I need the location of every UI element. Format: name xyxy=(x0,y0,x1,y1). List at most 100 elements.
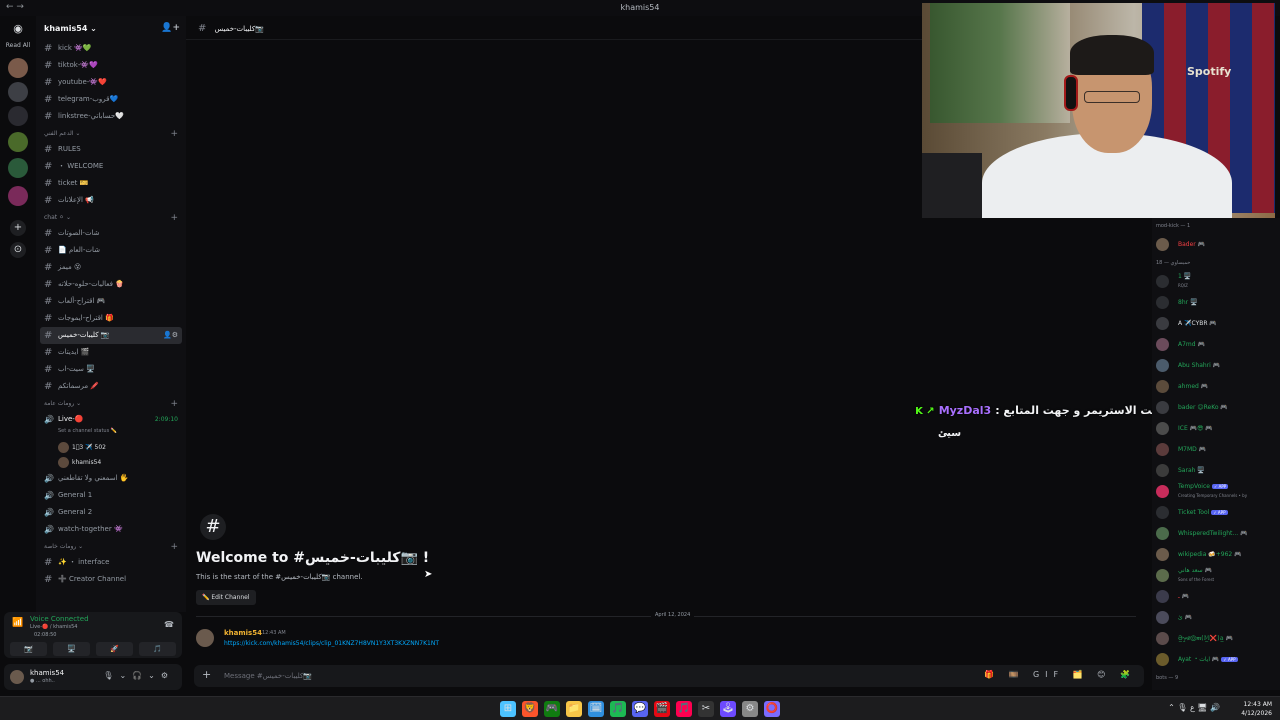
taskbar-app-icon[interactable]: ⚙ xyxy=(742,701,758,717)
message-input[interactable]: Message #كليبات-خميس📷 xyxy=(224,672,312,680)
channel-status[interactable]: Set a channel status ✏️ xyxy=(36,428,186,440)
voice-user[interactable]: khamis54 xyxy=(36,455,186,470)
member-item[interactable]: Abu Shahri 🎮 xyxy=(1152,355,1280,376)
taskbar-app-icon[interactable]: ⭕ xyxy=(764,701,780,717)
disconnect-icon[interactable]: ☎ xyxy=(164,620,174,629)
category-voice[interactable]: رومات عامة ⌄ + xyxy=(36,395,186,411)
member-item[interactable]: ـ 🎮 xyxy=(1152,586,1280,607)
user-controls[interactable]: 🎙⌄🎧⌄⚙ xyxy=(103,671,174,680)
channel-settings-icon[interactable]: 👤⚙ xyxy=(163,327,178,344)
voice-channel[interactable]: 🔊 General 2 xyxy=(36,504,186,521)
member-item[interactable]: bader 😊ReKo 🎮 xyxy=(1152,397,1280,418)
taskbar-app-icon[interactable]: 🎵 xyxy=(610,701,626,717)
voice-action-button[interactable]: 📷̸ xyxy=(10,642,47,656)
voice-channel[interactable]: 🔊 watch-together 👾 xyxy=(36,521,186,538)
discover-icon[interactable]: ⊙ xyxy=(10,242,26,258)
member-item[interactable]: 1 🖥️ RQIZ xyxy=(1152,271,1280,292)
message-link[interactable]: https://kick.com/khamis54/clips/clip_01K… xyxy=(224,640,439,647)
plus-icon[interactable]: + xyxy=(202,668,211,681)
channel-item[interactable]: # فعاليات-حلوه-حلاته 🍿 xyxy=(36,276,186,293)
signal-icon[interactable]: 📶 xyxy=(12,618,23,628)
taskbar-app-icon[interactable]: 📁 xyxy=(566,701,582,717)
channel-item[interactable]: # linkstree-حساباتي🤍 xyxy=(36,108,186,125)
category-chat[interactable]: chat ⚪ ⌄ + xyxy=(36,209,186,225)
channel-item[interactable]: # الإعلانات 📢 xyxy=(36,192,186,209)
username[interactable]: khamis54 xyxy=(30,669,64,677)
member-item[interactable]: A7md 🎮 xyxy=(1152,334,1280,355)
message-author[interactable]: khamis54 xyxy=(224,629,262,637)
voice-channel-live[interactable]: 🔊 Live-🔴 2:09:10 xyxy=(36,411,186,428)
channel-item[interactable]: # RULES xyxy=(36,141,186,158)
channel-item[interactable]: # اقتراح-ألعاب 🎮 xyxy=(36,293,186,310)
member-item[interactable]: 8hr 🖥️ xyxy=(1152,292,1280,313)
headset xyxy=(1064,75,1078,111)
server-icon-active[interactable] xyxy=(8,58,28,78)
channel-item[interactable]: # ・ WELCOME xyxy=(36,158,186,175)
edit-channel-button[interactable]: ✏️ Edit Channel xyxy=(196,590,256,605)
voice-channel[interactable]: 🔊 اسمعني ولا تقاطعني 🖐️ xyxy=(36,470,186,487)
add-user-icon[interactable]: 👤+ xyxy=(161,23,180,33)
channel-item[interactable]: # ➕ Creator Channel xyxy=(36,571,186,588)
category-support[interactable]: الدعم الفني ⌄ + xyxy=(36,125,186,141)
taskbar-app-icon[interactable]: 🎬 xyxy=(654,701,670,717)
member-item[interactable]: M7MD 🎮 xyxy=(1152,439,1280,460)
member-item[interactable]: Sarah 🖥️ xyxy=(1152,460,1280,481)
server-icon[interactable] xyxy=(8,106,28,126)
channel-item[interactable]: # اقتراح-ايموجات 🎁 xyxy=(36,310,186,327)
channel-item[interactable]: # سيت-اب 🖥️ xyxy=(36,361,186,378)
member-item[interactable]: WhisperedTwilight... 🎮 xyxy=(1152,523,1280,544)
channel-item[interactable]: # tiktok-👾💜 xyxy=(36,57,186,74)
member-item[interactable]: A ✈️CYBR 🎮 xyxy=(1152,313,1280,334)
channel-item[interactable]: # telegram-قروب💙 xyxy=(36,91,186,108)
taskbar-app-icon[interactable]: 💬 xyxy=(632,701,648,717)
taskbar-app-icon[interactable]: 🗓 xyxy=(588,701,604,717)
add-server-icon[interactable]: + xyxy=(10,220,26,236)
channel-item[interactable]: # youtube-👾❤️ xyxy=(36,74,186,91)
voice-action-button[interactable]: 🚀 xyxy=(96,642,133,656)
avatar[interactable] xyxy=(10,670,24,684)
channel-item[interactable]: # شات-الصوتات xyxy=(36,225,186,242)
voice-channel[interactable]: 🔊 General 1 xyxy=(36,487,186,504)
message-composer[interactable]: + Message #كليبات-خميس📷 🎁 🎞️ GIF 🗂️ 😊 🧩 xyxy=(194,665,1144,687)
channel-item[interactable]: # 📄 شات-العام xyxy=(36,242,186,259)
channel-item[interactable]: # ticket 🎫 xyxy=(36,175,186,192)
channel-item[interactable]: # ايديتات 🎬 xyxy=(36,344,186,361)
channel-item[interactable]: # مرسماتكم 🖍️ xyxy=(36,378,186,395)
taskbar-app-icon[interactable]: 🎮 xyxy=(544,701,560,717)
system-tray[interactable]: ⌃ 🎙 ع 🖥 🔊 xyxy=(1168,703,1220,712)
channel-item[interactable]: # كليبات-خميس 📷 👤⚙ xyxy=(40,327,182,344)
member-item[interactable]: Bader 🎮 xyxy=(1152,234,1280,255)
member-item[interactable]: wikipedia 🍻+962 🎮 xyxy=(1152,544,1280,565)
channel-item[interactable]: # kick 👾💚 xyxy=(36,40,186,57)
read-all-label[interactable]: Read All xyxy=(2,42,34,49)
member-item[interactable]: Ticket Tool ✓ APP xyxy=(1152,502,1280,523)
avatar[interactable] xyxy=(196,629,214,647)
server-icon[interactable] xyxy=(8,132,28,152)
taskbar-app-icon[interactable]: ⊞ xyxy=(500,701,516,717)
server-icon[interactable] xyxy=(8,186,28,206)
taskbar-app-icon[interactable]: 🎵 xyxy=(676,701,692,717)
composer-tools[interactable]: 🎁 🎞️ GIF 🗂️ 😊 🧩 xyxy=(984,670,1136,679)
voice-action-button[interactable]: 🎵 xyxy=(139,642,176,656)
server-icon[interactable] xyxy=(8,82,28,102)
member-item[interactable]: سعد هاني 🎮 Sons of the Forest xyxy=(1152,565,1280,586)
channel-item[interactable]: # ✨ ・ interface xyxy=(36,554,186,571)
server-header[interactable]: khamis54 ⌄ 👤+ xyxy=(36,16,186,40)
voice-action-button[interactable]: 🖥️ xyxy=(53,642,90,656)
member-item[interactable]: ئ 🎮 xyxy=(1152,607,1280,628)
member-item[interactable]: TempVoice ✓ APP Creating Temporary Channel… xyxy=(1152,481,1280,502)
clock[interactable]: 12:43 AM 4/12/2026 xyxy=(1241,700,1272,718)
taskbar-app-icon[interactable]: 🦁 xyxy=(522,701,538,717)
voice-status[interactable]: Voice Connected xyxy=(30,615,89,623)
member-item[interactable]: Ayat ・ايات 🎮 ✓ APP xyxy=(1152,649,1280,670)
taskbar-app-icon[interactable]: 🕹 xyxy=(720,701,736,717)
member-item[interactable]: ahmed 🎮 xyxy=(1152,376,1280,397)
server-icon[interactable] xyxy=(8,158,28,178)
channel-item[interactable]: # ميمز 😵 xyxy=(36,259,186,276)
category-private[interactable]: رومات خاصة ⌄ + xyxy=(36,538,186,554)
taskbar-app-icon[interactable]: ✂ xyxy=(698,701,714,717)
discord-icon[interactable]: ◉ xyxy=(9,22,27,36)
voice-user[interactable]: 1⃣3 ✈️ 502 xyxy=(36,440,186,455)
member-item[interactable]: Ə̲𝚢̶𝕖̷⓪𝒎(𝕄̲❌)𝕒̲ 🎮 xyxy=(1152,628,1280,649)
member-item[interactable]: ICE 🎮😎 🎮 xyxy=(1152,418,1280,439)
